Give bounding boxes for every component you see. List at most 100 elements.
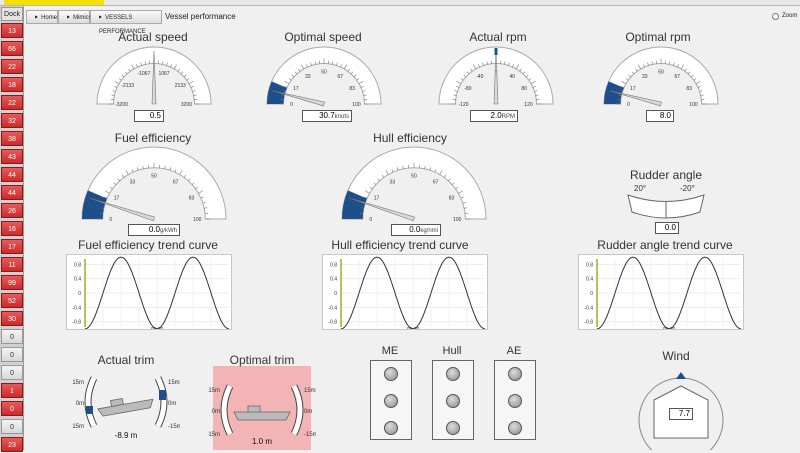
optimal-rpm-title: Optimal rpm xyxy=(558,30,758,44)
sidebar-item-8[interactable]: 44 xyxy=(1,167,23,182)
y-tick-label: -0.4 xyxy=(584,305,593,311)
rudder-angle-title: Rudder angle xyxy=(566,168,766,182)
trim-label-bottom-right: -15m xyxy=(304,432,316,438)
gauge-tick-label: 0 xyxy=(109,217,112,223)
actual-speed-value: 0.5 xyxy=(134,110,164,122)
page-title: Vessel performance xyxy=(165,10,236,24)
sidebar-item-18[interactable]: 0 xyxy=(1,347,23,362)
ae-lamp-2 xyxy=(508,394,522,408)
hull-trend-chart: 0.80.40-0.4-0.803:00 xyxy=(322,254,488,330)
me-lamp-1 xyxy=(384,367,398,381)
gauge-tick-label: 33 xyxy=(390,180,396,186)
sidebar-item-14[interactable]: 99 xyxy=(1,275,23,290)
y-tick-label: 0.4 xyxy=(74,277,81,283)
sidebar-item-1[interactable]: 66 xyxy=(1,41,23,56)
sidebar-item-22[interactable]: 0 xyxy=(1,419,23,434)
trim-label-bottom-right: -15m xyxy=(168,424,180,430)
trim-label-mid-right: 0m xyxy=(168,401,176,407)
sidebar-item-9[interactable]: 44 xyxy=(1,185,23,200)
x-tick-label: 03:00 xyxy=(663,327,676,330)
sidebar-item-12[interactable]: 17 xyxy=(1,239,23,254)
crumb-home[interactable]: Home xyxy=(26,10,58,24)
sidebar-item-6[interactable]: 38 xyxy=(1,131,23,146)
fuel-efficiency-gauge: 01733506783100 xyxy=(80,145,228,223)
sidebar-item-13[interactable]: 11 xyxy=(1,257,23,272)
sidebar-item-10[interactable]: 26 xyxy=(1,203,23,218)
trim-label-mid-right: 0m xyxy=(304,409,312,415)
trim-label-mid-left: 0m xyxy=(212,409,220,415)
sidebar-item-7[interactable]: 43 xyxy=(1,149,23,164)
gauge-tick-label: 67 xyxy=(674,74,680,80)
gauge-tick-label: -1067 xyxy=(138,71,151,77)
sidebar-item-11[interactable]: 16 xyxy=(1,221,23,236)
gauge-tick-label: 100 xyxy=(689,102,698,108)
gauge-tick-label: 83 xyxy=(189,195,195,201)
sidebar-item-3[interactable]: 18 xyxy=(1,77,23,92)
sidebar-item-20[interactable]: 1 xyxy=(1,383,23,398)
gauge-tick-label: 0 xyxy=(369,217,372,223)
gauge-tick-label: 100 xyxy=(352,102,361,108)
gauge-tick-label: 50 xyxy=(658,70,664,76)
gauge-tick-label: 50 xyxy=(321,70,327,76)
hull-panel-title: Hull xyxy=(422,345,482,357)
gauge-tick-label: -3200 xyxy=(115,102,128,108)
hull-lamp-1 xyxy=(446,367,460,381)
sidebar-item-16[interactable]: 30 xyxy=(1,311,23,326)
gauge-tick-label: -40 xyxy=(476,74,483,80)
gauge-tick-label: -2133 xyxy=(121,83,134,89)
sidebar-item-21[interactable]: 0 xyxy=(1,401,23,416)
top-tab[interactable] xyxy=(4,0,104,5)
ship-icon xyxy=(97,393,155,417)
sidebar-item-2[interactable]: 22 xyxy=(1,59,23,74)
wind-title: Wind xyxy=(576,349,776,363)
y-tick-label: -0.8 xyxy=(72,320,81,326)
gauge-tick-label: 33 xyxy=(130,180,136,186)
dock-button[interactable]: Dock xyxy=(1,7,23,21)
gauge-tick-label: 67 xyxy=(433,180,439,186)
zoom-toggle[interactable] xyxy=(772,13,779,20)
sidebar-item-5[interactable]: 32 xyxy=(1,113,23,128)
gauge-tick-label: 67 xyxy=(337,74,343,80)
sidebar-item-0[interactable]: 13 xyxy=(1,23,23,38)
gauge-tick-label: 0 xyxy=(627,102,630,108)
fuel-trend-chart: 0.80.40-0.4-0.803:00 xyxy=(66,254,232,330)
sidebar-item-19[interactable]: 0 xyxy=(1,365,23,380)
gauge-tick-label: 100 xyxy=(193,217,202,223)
trim-label-top-right: 15m xyxy=(304,388,316,394)
rudder-angle-indicator xyxy=(626,192,706,222)
crumb-mimics[interactable]: Mimics xyxy=(58,10,90,24)
hull-efficiency-title: Hull efficiency xyxy=(310,131,510,145)
wind-value: 7.7 xyxy=(669,408,693,420)
gauge-tick-label: 33 xyxy=(642,74,648,80)
gauge-marker xyxy=(495,48,498,55)
gauge-tick-label: -80 xyxy=(464,86,471,92)
trim-label-top-right: 15m xyxy=(168,380,180,386)
breadcrumb: Home Mimics VESSELS PERFORMANCE Vessel p… xyxy=(26,10,800,24)
gauge-tick-label: 83 xyxy=(349,86,355,92)
actual-speed-gauge: -3200-2133-1067106721333200 xyxy=(95,44,213,108)
gauge-tick-label: -120 xyxy=(459,102,469,108)
sidebar-item-17[interactable]: 0 xyxy=(1,329,23,344)
y-tick-label: 0.8 xyxy=(586,262,593,268)
trim-label-top-left: 15m xyxy=(208,388,220,394)
optimal-speed-title: Optimal speed xyxy=(223,30,423,44)
gauge-tick-label: 83 xyxy=(686,86,692,92)
y-tick-label: -0.4 xyxy=(72,305,81,311)
y-tick-label: 0.8 xyxy=(330,262,337,268)
sidebar-item-15[interactable]: 52 xyxy=(1,293,23,308)
optimal-rpm-gauge: 01733506783100 xyxy=(602,44,720,108)
hull-efficiency-gauge: 01733506783100 xyxy=(340,145,488,223)
trim-label-bottom-left: -15m xyxy=(208,432,220,438)
wind-direction-arrow-icon xyxy=(676,372,686,379)
gauge-tick-label: 40 xyxy=(509,74,515,80)
trim-label-bottom-left: -15m xyxy=(72,424,84,430)
y-tick-label: 0.8 xyxy=(74,262,81,268)
hull-status-panel xyxy=(432,360,474,440)
ae-panel-title: AE xyxy=(484,345,544,357)
crumb-vessels-performance[interactable]: VESSELS PERFORMANCE xyxy=(90,10,162,24)
gauge-tick-label: 17 xyxy=(114,195,120,201)
trim-fill-right xyxy=(159,390,166,400)
gauge-tick-label: 80 xyxy=(521,86,527,92)
gauge-tick-label: 2133 xyxy=(175,83,186,89)
sidebar-item-4[interactable]: 22 xyxy=(1,95,23,110)
